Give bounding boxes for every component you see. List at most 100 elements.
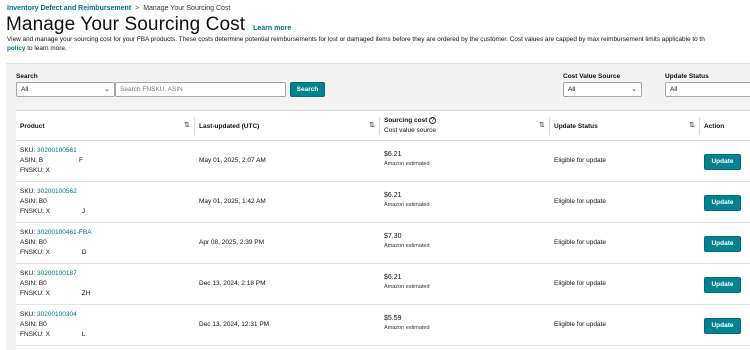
sourcing-cost-cell: $6.21 Amazon estimated [384,151,430,167]
cost-amount: $7.30 [384,233,402,240]
fnsku-value: FNSKU: X [20,331,50,338]
sort-icon[interactable]: ⇅ [369,121,375,129]
sku-label: SKU: [20,147,37,154]
update-status-cell: Eligible for update [554,321,607,328]
update-status-select[interactable]: All [665,82,750,97]
product-cell: SKU: 30200100304 ASIN: B0 FNSKU: X L [20,310,85,340]
sourcing-cost-table: Product ⇅ Last-updated (UTC) ⇅ Sourcing … [16,110,750,350]
asin-value: ASIN: B [20,157,44,164]
update-status-value: All [670,86,678,93]
search-scope-value: All [21,86,29,93]
policy-link[interactable]: policy [7,45,25,52]
fnsku-value: FNSKU: X [20,290,50,297]
update-status-cell: Eligible for update [554,157,607,164]
fnsku-tail: J [81,208,86,215]
sku-link[interactable]: 30200100561 [37,147,77,154]
update-button[interactable]: Update [704,195,741,211]
sourcing-cost-cell: $6.21 Amazon estimated [384,192,430,208]
update-status-label: Update Status [665,73,709,80]
update-status-cell: Eligible for update [554,198,607,205]
fnsku-tail: ZH [81,290,91,297]
update-status-cell: Eligible for update [554,239,607,246]
column-divider [699,117,700,135]
sku-label: SKU: [20,188,37,195]
last-updated-cell: Dec 13, 2024, 12:31 PM [199,321,270,328]
breadcrumb: Inventory Defect and Reimbursement > Man… [7,5,230,12]
fnsku-tail: D [81,249,87,256]
last-updated-cell: Dec 13, 2024, 2:18 PM [199,280,266,287]
column-divider [194,117,195,135]
sourcing-cost-cell: $7.30 Amazon estimated [384,233,430,249]
update-button[interactable]: Update [704,318,741,334]
search-button[interactable]: Search [290,82,325,97]
column-action: Action [704,122,725,130]
cost-source-select[interactable]: All ⌄ [563,82,642,97]
sourcing-cost-cell: $5.59 Amazon estimated [384,315,430,331]
sort-icon[interactable]: ⇅ [689,121,695,129]
breadcrumb-separator: > [135,5,140,12]
update-button[interactable]: Update [704,277,741,293]
cost-source-label: Cost Value Source [563,73,621,80]
sku-link[interactable]: 30200100304 [37,311,77,318]
last-updated-cell: May 01, 2025, 2:07 AM [199,157,266,164]
table-row: SKU: 30200100304 ASIN: B0 FNSKU: X L Dec… [16,306,750,346]
asin-tail: F [78,157,83,164]
cost-source: Amazon estimated [384,325,430,331]
column-product: Product [20,122,45,130]
description-text: View and manage your sourcing cost for y… [7,36,705,43]
cost-source: Amazon estimated [384,161,430,167]
asin-value: ASIN: B0 [20,321,47,328]
cost-source-value: All [568,86,576,93]
fnsku-value: FNSKU: X [20,208,50,215]
cost-source: Amazon estimated [384,202,430,208]
column-last-updated: Last-updated (UTC) [199,122,260,130]
column-divider [549,117,550,135]
fnsku-value: FNSKU: X [20,249,50,256]
cost-source: Amazon estimated [384,243,430,249]
table-row: SKU: 30200100562 ASIN: B0 FNSKU: X J May… [16,183,750,223]
last-updated-cell: Apr 08, 2025, 2:39 PM [199,239,265,246]
sourcing-cost-cell: $6.21 Amazon estimated [384,274,430,290]
last-updated-cell: May 01, 2025, 1:42 AM [199,198,266,205]
product-cell: SKU: 30200100561 ASIN: B F FNSKU: X [20,146,83,176]
column-sourcing-cost-label: Sourcing cost [384,117,428,124]
page-description: View and manage your sourcing cost for y… [7,35,750,53]
breadcrumb-parent-link[interactable]: Inventory Defect and Reimbursement [7,5,131,12]
cost-amount: $5.59 [384,315,402,322]
sku-link[interactable]: 30200100187 [37,270,77,277]
cost-amount: $6.21 [384,274,402,281]
column-divider [379,117,380,135]
info-icon[interactable]: ? [429,117,437,124]
chevron-down-icon: ⌄ [104,86,110,93]
sku-link[interactable]: 30200100562 [37,188,77,195]
asin-value: ASIN: B0 [20,280,47,287]
cost-amount: $6.21 [384,151,402,158]
sort-icon[interactable]: ⇅ [539,121,545,129]
search-label: Search [16,73,38,80]
search-scope-select[interactable]: All ⌄ [16,82,115,97]
cost-amount: $6.21 [384,192,402,199]
fnsku-value: FNSKU: X [20,167,50,174]
breadcrumb-current: Manage Your Sourcing Cost [143,5,231,12]
search-input[interactable]: Search FNSKU, ASIN [115,82,286,97]
sort-icon[interactable]: ⇅ [184,121,190,129]
update-button[interactable]: Update [704,154,741,170]
search-placeholder: Search FNSKU, ASIN [120,86,183,93]
learn-more-link[interactable]: Learn more [253,25,291,32]
page-title: Manage Your Sourcing Cost [6,14,246,35]
sku-label: SKU: [20,270,37,277]
product-cell: SKU: 30200100461-FBA ASIN: B0 FNSKU: X D [20,228,92,258]
column-update-status: Update Status [554,122,598,130]
product-cell: SKU: 30200100187 ASIN: B0 FNSKU: X ZH [20,269,90,299]
sku-link[interactable]: 30200100461-FBA [37,229,92,236]
chevron-down-icon: ⌄ [631,86,637,93]
table-header: Product ⇅ Last-updated (UTC) ⇅ Sourcing … [16,111,750,141]
update-status-cell: Eligible for update [554,280,607,287]
sku-label: SKU: [20,311,37,318]
update-button[interactable]: Update [704,236,741,252]
column-sourcing-cost: Sourcing cost ? Cost value source [384,111,437,141]
table-row: SKU: 30200100461-FBA ASIN: B0 FNSKU: X D… [16,224,750,264]
asin-value: ASIN: B0 [20,198,47,205]
asin-value: ASIN: B0 [20,239,47,246]
column-cost-value-source: Cost value source [384,127,437,134]
